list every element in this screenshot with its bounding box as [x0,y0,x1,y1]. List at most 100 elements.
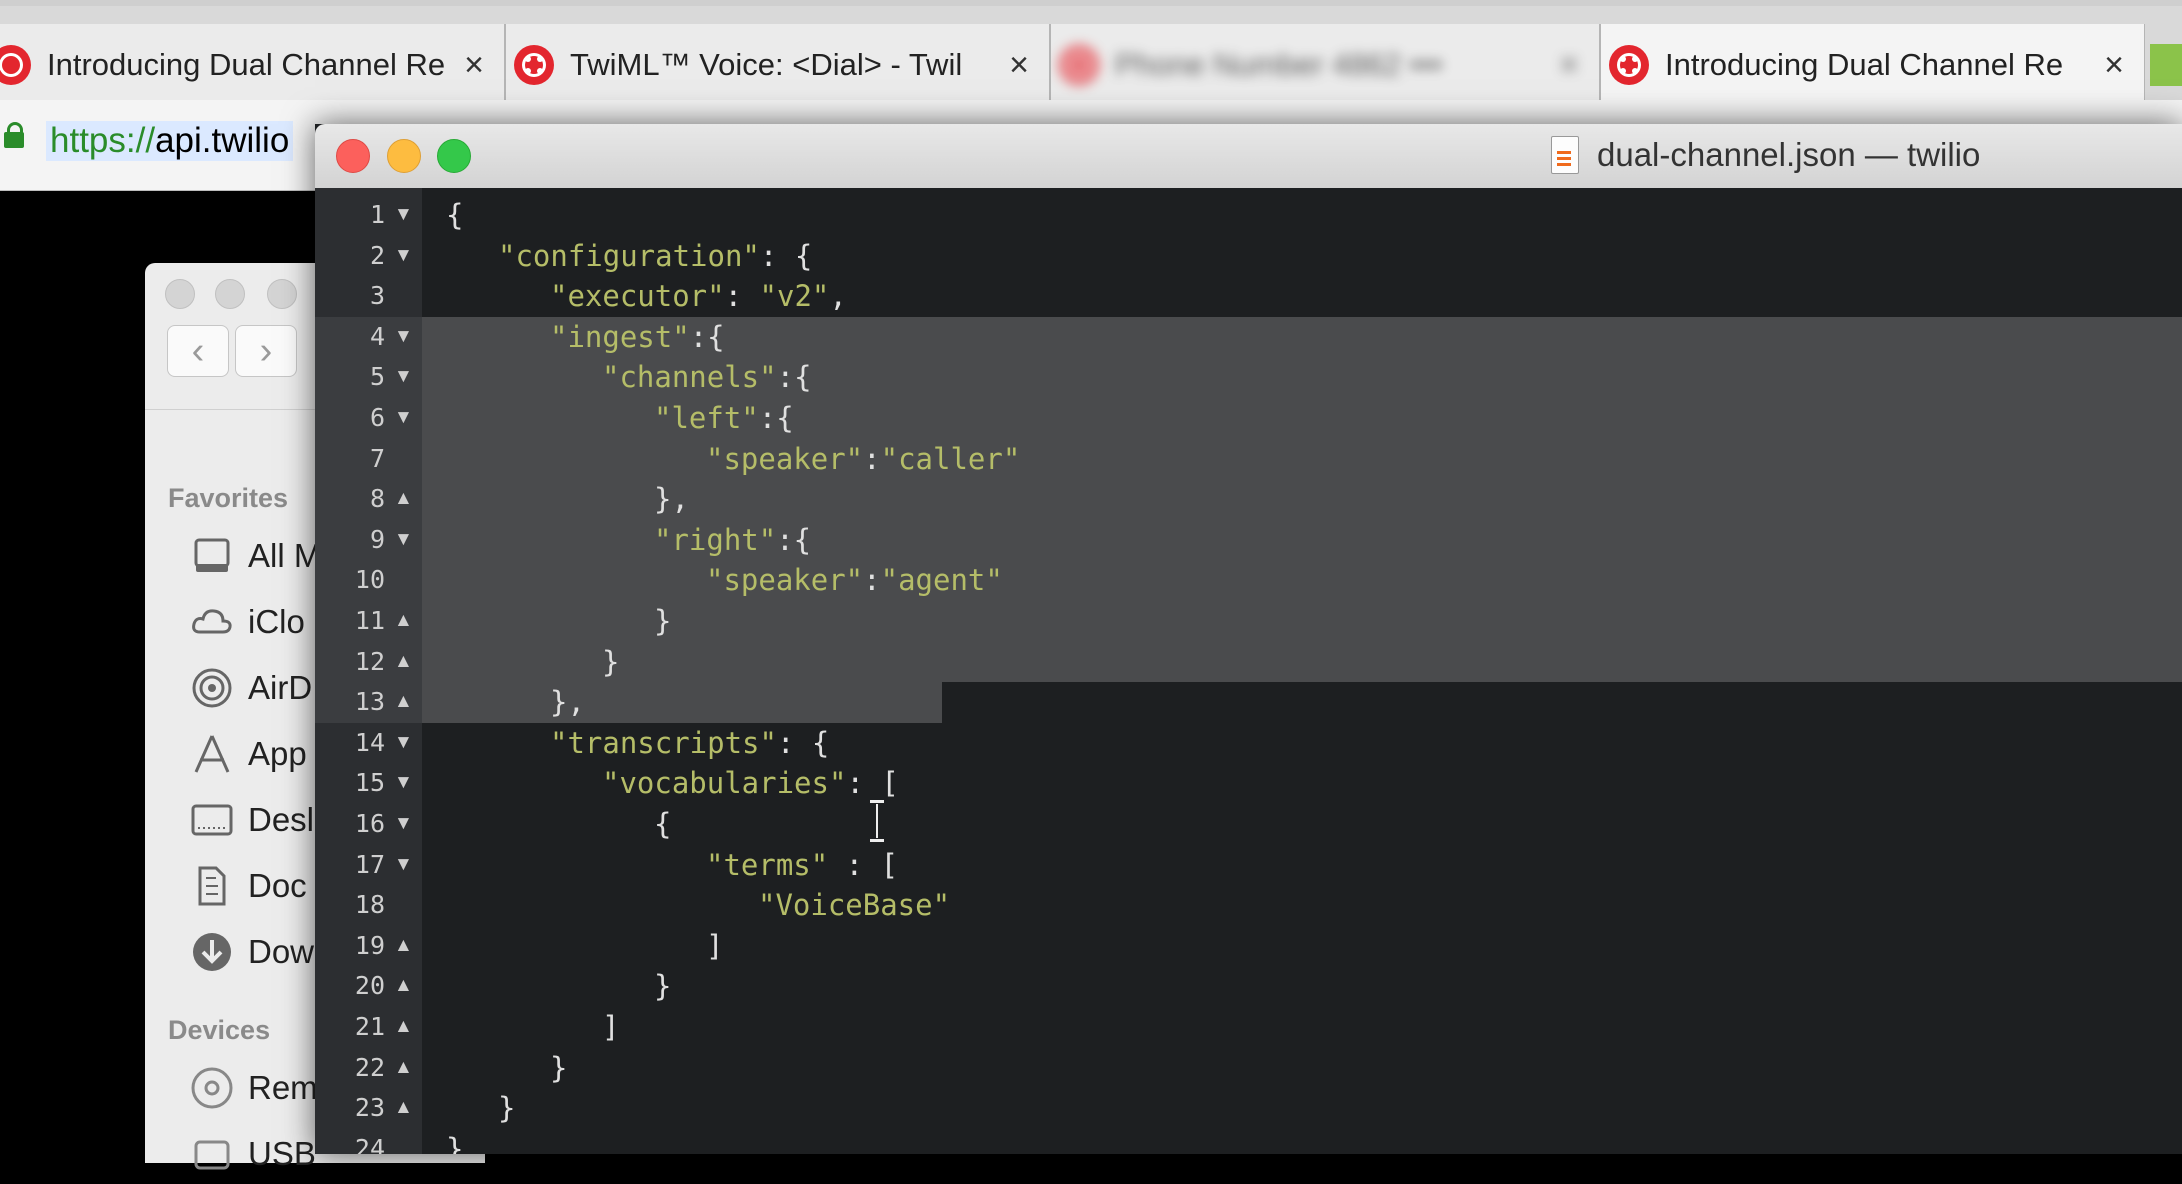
text-selection [422,601,2182,642]
code-line[interactable]: 8 ▲}, [315,479,2182,520]
code-line[interactable]: 7 "speaker":"caller" [315,438,2182,480]
minimize-window-button[interactable] [215,279,245,309]
code-line[interactable]: 23 ▲} [315,1088,2182,1129]
sidebar-item-desktop[interactable]: Desl [190,795,314,845]
code-line[interactable]: 24} [315,1129,2182,1154]
url-text[interactable]: https://api.twilio [46,121,294,161]
code-line[interactable]: 16 ▼ { [315,804,2182,845]
line-number: 3 [369,281,385,311]
code-line[interactable]: 3 "executor": "v2", [315,276,2182,317]
sidebar-item-label: App [248,735,307,772]
sidebar-item-usb[interactable]: USB [190,1129,316,1179]
code-line[interactable]: 13 ▲}, [315,682,2182,723]
forward-button[interactable]: › [235,325,297,377]
browser-tab[interactable]: Phone Number 4862 ••• × [1050,24,1600,106]
back-button[interactable]: ‹ [167,325,229,377]
sidebar-item-remote-disc[interactable]: Rem [190,1063,318,1113]
favorites-heading: Favorites [168,483,289,513]
fold-arrow-down-icon[interactable]: ▼ [394,763,413,804]
browser-tab[interactable]: Introducing Dual Channel Re × [0,24,505,106]
close-window-button[interactable] [336,139,370,173]
close-icon[interactable]: × [1559,46,1579,85]
editor-title-bar: dual-channel.json — twilio [315,124,2182,189]
close-icon[interactable]: × [464,46,484,85]
code-line[interactable]: 20 ▲} [315,966,2182,1007]
close-icon[interactable]: × [2104,46,2124,85]
code-text: }, [654,479,689,520]
sidebar-item-applications[interactable]: App [190,729,307,779]
tab-title: Introducing Dual Channel Re [47,47,446,82]
code-line[interactable]: 2 ▼ "configuration": { [315,236,2182,277]
fold-arrow-up-icon[interactable]: ▲ [394,601,413,642]
code-line[interactable]: 6 ▼ "left":{ [315,398,2182,439]
new-tab-stub[interactable] [2150,44,2182,86]
fold-arrow-down-icon[interactable]: ▼ [394,317,413,358]
sidebar-item-icloud[interactable]: iClo [190,597,305,647]
json-key: "channels" [602,360,777,395]
code-line[interactable]: 15 ▼ "vocabularies": [ [315,763,2182,804]
browser-tab-active[interactable]: Introducing Dual Channel Re × [1600,24,2145,106]
fold-arrow-up-icon[interactable]: ▲ [394,966,413,1007]
fold-arrow-up-icon[interactable]: ▲ [394,642,413,683]
sidebar-item-downloads[interactable]: Dow [190,927,314,977]
close-icon[interactable]: × [1009,46,1029,85]
window-title: dual-channel.json — twilio [1597,136,1981,173]
zoom-window-button[interactable] [267,279,297,309]
code-line[interactable]: 11 ▲} [315,601,2182,642]
zoom-window-button[interactable] [437,139,471,173]
code-punctuation: : [ [846,766,899,801]
sidebar-item-label: iClo [248,603,305,640]
fold-arrow-down-icon[interactable]: ▼ [394,236,413,277]
code-line[interactable]: 9 ▼ "right":{ [315,519,2182,561]
code-line[interactable]: 19 ▲] [315,926,2182,967]
fold-arrow-down-icon[interactable]: ▼ [394,520,413,561]
code-line[interactable]: 10 "speaker":"agent" [315,560,2182,601]
browser-tab[interactable]: TwiML™ Voice: <Dial> - Twil × [505,24,1050,106]
sidebar-item-documents[interactable]: Doc [190,861,307,911]
all-my-files-icon [190,534,234,578]
code-line[interactable]: 5 ▼ "channels":{ [315,357,2182,398]
fold-arrow-up-icon[interactable]: ▲ [394,1007,413,1048]
close-window-button[interactable] [165,279,195,309]
json-key: "executor" [550,279,725,314]
fold-arrow-down-icon[interactable]: ▼ [394,845,413,886]
desktop-icon [190,798,234,842]
code-line[interactable]: 12 ▲} [315,641,2182,683]
code-text: { [654,804,671,845]
fold-arrow-down-icon[interactable]: ▼ [394,357,413,398]
code-line[interactable]: 14 ▼ "transcripts": { [315,723,2182,764]
fold-arrow-up-icon[interactable]: ▲ [394,1088,413,1129]
airdrop-icon [190,666,234,710]
code-line[interactable]: 4 ▼ "ingest":{ [315,316,2182,358]
code-punctuation: } [498,1091,516,1126]
line-number: 2 [369,240,385,270]
fold-arrow-down-icon[interactable]: ▼ [394,398,413,439]
fold-arrow-up-icon[interactable]: ▲ [394,1048,413,1089]
fold-arrow-down-icon[interactable]: ▼ [394,195,413,236]
json-key: "speaker" [706,563,864,598]
sidebar-item-label: AirD [248,669,313,706]
line-number: 9 [369,524,385,554]
code-line[interactable]: 17 ▼ "terms" : [ [315,845,2182,886]
json-string-value: "v2" [759,279,830,314]
code-punctuation: } [446,1131,464,1154]
code-punctuation: : [863,441,881,476]
code-line[interactable]: 1 ▼ { [315,195,2182,236]
line-number: 7 [369,443,385,473]
fold-arrow-up-icon[interactable]: ▲ [394,479,413,520]
fold-arrow-down-icon[interactable]: ▼ [394,804,413,845]
code-line[interactable]: 18 "VoiceBase" [315,885,2182,926]
line-number: 19 [354,930,385,960]
tab-title: Phone Number 4862 ••• [1115,47,1443,82]
json-key: "vocabularies" [602,766,847,801]
fold-arrow-down-icon[interactable]: ▼ [394,723,413,764]
minimize-window-button[interactable] [387,139,421,173]
code-line[interactable]: 21 ▲] [315,1007,2182,1048]
fold-arrow-up-icon[interactable]: ▲ [394,926,413,967]
json-key: "speaker" [706,441,864,476]
code-line[interactable]: 22 ▲} [315,1048,2182,1089]
sidebar-item-all-my-files[interactable]: All M [190,531,321,581]
remote-disc-icon [190,1066,234,1110]
fold-arrow-up-icon[interactable]: ▲ [394,682,413,723]
sidebar-item-airdrop[interactable]: AirD [190,663,312,713]
